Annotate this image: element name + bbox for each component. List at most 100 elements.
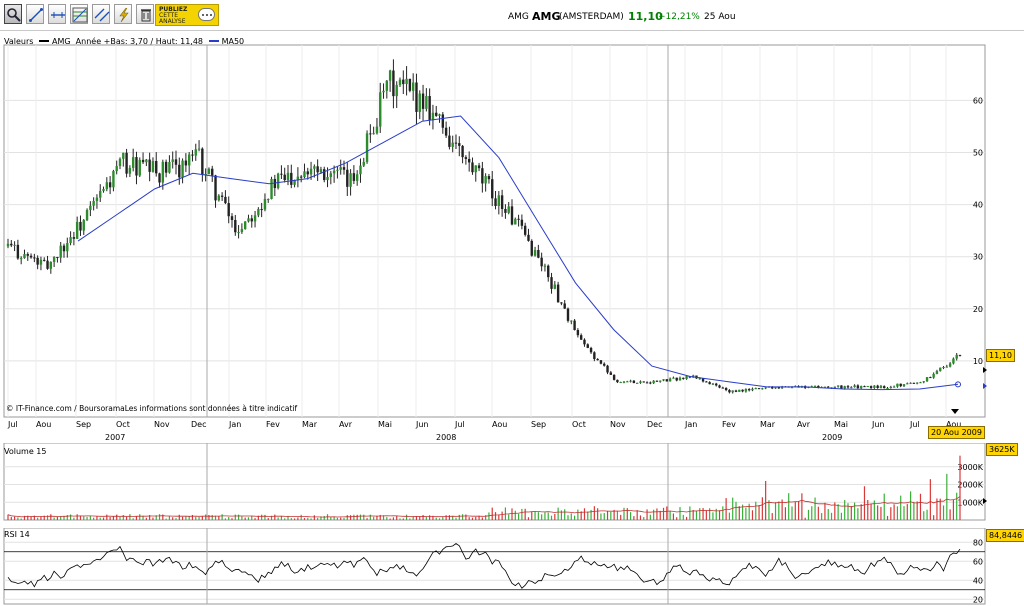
price-candle [629,380,632,382]
price-candle [131,157,135,168]
price-candle [362,161,365,166]
price-candle [560,302,563,304]
price-candle [530,240,533,256]
price-candle [49,261,53,269]
volume-tick-label: 3000K [957,463,983,472]
price-candle [178,164,181,178]
price-candle [471,162,474,173]
price-candle [168,162,171,173]
rsi-chart[interactable]: 20 40 60 80 [0,528,1024,606]
price-candle [500,195,504,209]
rsi-tick-label: 80 [973,538,983,547]
price-candle [718,385,721,388]
price-candle [313,166,316,169]
price-candle [945,366,949,368]
month-label: Dec [647,420,663,429]
price-candle [95,197,99,201]
price-candle [352,173,356,181]
price-candle [323,169,326,181]
price-candle [448,135,451,147]
scroll-marker [951,409,959,414]
price-candle [59,245,62,258]
price-candle [879,386,883,389]
price-candle [82,220,85,231]
price-candle [523,225,527,235]
price-candle [369,133,372,135]
price-candle [948,363,952,367]
price-candle [415,82,418,112]
price-candle [685,376,688,379]
price-candle [329,173,333,177]
month-label: Aou [492,420,508,429]
month-label: Jan [229,420,242,429]
price-candle [715,383,718,386]
price-candle [675,377,678,381]
price-candle [563,303,566,309]
year-label: 2008 [436,433,457,442]
price-candle [217,195,221,201]
price-candle [52,256,56,262]
price-tick-label: 20 [973,305,983,314]
price-candle [902,384,906,387]
price-candle [276,173,280,189]
price-candle [537,250,540,258]
price-tick-label: 30 [973,253,983,262]
price-candle [388,70,392,81]
price-candle [102,189,105,191]
price-candle [721,387,725,389]
price-chart[interactable]: 10 20 30 40 50 60 [0,0,1024,418]
price-tick-label: 60 [973,96,983,105]
price-candle [418,93,421,112]
month-label: Mai [378,420,393,429]
price-candle [487,176,491,180]
price-candle [454,142,458,144]
price-candle [148,159,151,172]
price-candle [543,265,547,267]
price-candle [184,160,188,166]
price-candle [886,387,889,389]
price-candle [187,154,191,166]
price-candle [678,377,682,381]
price-candle [952,358,955,364]
price-candle [869,386,873,388]
price-candle [668,378,672,382]
month-label: Mar [760,420,776,429]
price-candle [99,190,102,198]
price-candle [939,367,942,371]
price-candle [379,92,382,127]
price-candle [444,127,448,136]
price-candle [744,389,748,392]
price-candle [105,182,109,190]
price-candle [919,382,922,384]
price-candle [642,381,645,383]
price-candle [375,126,379,134]
price-candle [606,365,609,373]
price-candle [29,255,33,258]
price-candle [260,209,263,211]
rsi-tick-label: 60 [973,557,983,566]
price-candle [672,377,675,379]
price-candle [19,258,23,260]
price-candle [609,372,613,375]
volume-chart[interactable]: 1000K 2000K 3000K [0,443,1024,528]
month-label: Jul [455,420,465,429]
price-candle [342,167,346,170]
price-candle [836,385,840,387]
month-label: Jul [910,420,920,429]
year-label: 2009 [822,433,843,442]
price-candle [13,244,16,246]
price-candle [286,172,290,181]
rsi-tick-label: 40 [973,576,983,585]
price-candle [616,379,619,383]
price-candle [639,381,642,383]
month-label: Mai [834,420,849,429]
price-candle [741,389,744,392]
price-tick-label: 40 [973,201,983,210]
price-candle [873,385,876,388]
price-candle [461,145,464,158]
price-candle [540,257,543,267]
price-candle [402,79,405,85]
price-candle [181,160,184,178]
price-candle [892,386,896,388]
price-candle [494,198,497,206]
